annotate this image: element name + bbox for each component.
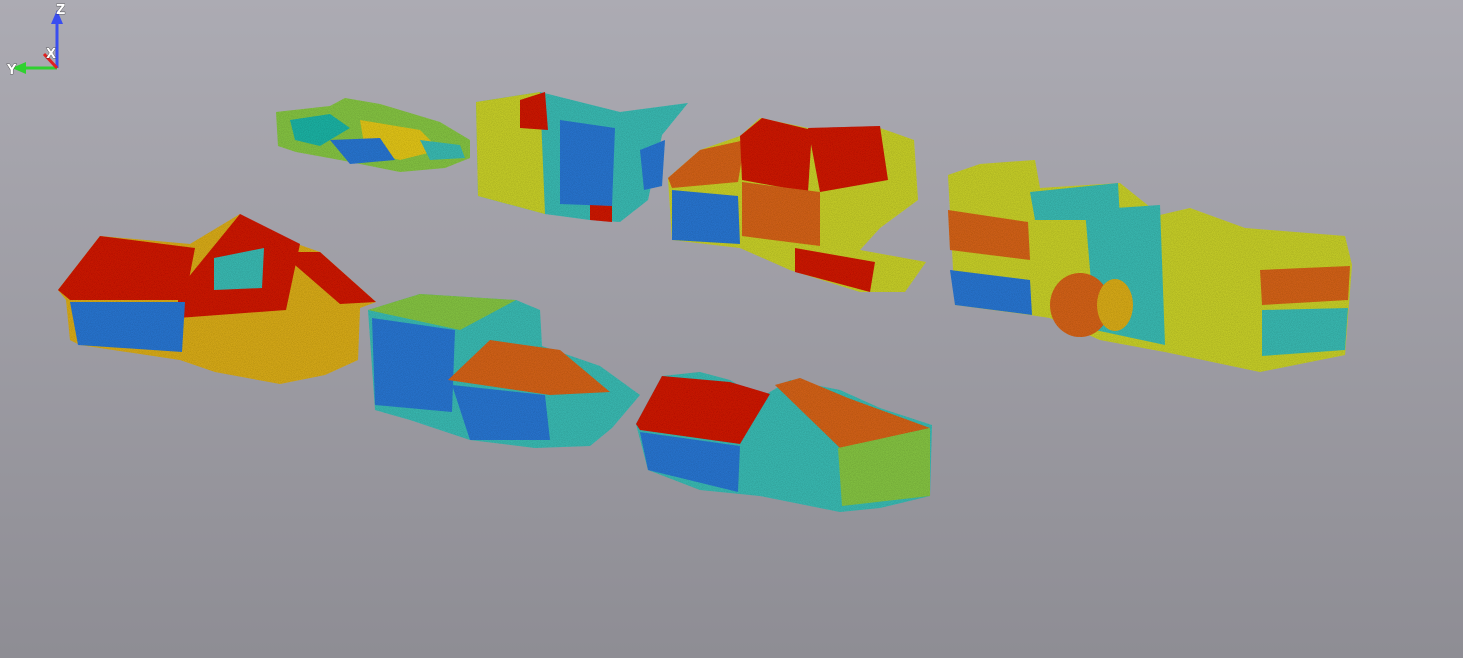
point-cloud-scene [58, 92, 1352, 512]
point-cloud-building-3[interactable] [668, 118, 926, 292]
axis-triad[interactable]: Z Y X [0, 0, 80, 80]
y-axis-label: Y [6, 63, 17, 78]
x-axis-label: X [46, 47, 56, 62]
z-axis-label: Z [56, 3, 65, 18]
point-cloud-building-6[interactable] [368, 294, 640, 448]
point-cloud-building-7[interactable] [636, 372, 932, 512]
point-cloud-building-2[interactable] [476, 92, 688, 222]
point-cloud-building-4[interactable] [948, 160, 1352, 372]
point-cloud-viewport[interactable]: Z Y X [0, 0, 1463, 658]
point-cloud-building-5[interactable] [58, 214, 376, 384]
point-cloud-building-1[interactable] [276, 98, 470, 172]
